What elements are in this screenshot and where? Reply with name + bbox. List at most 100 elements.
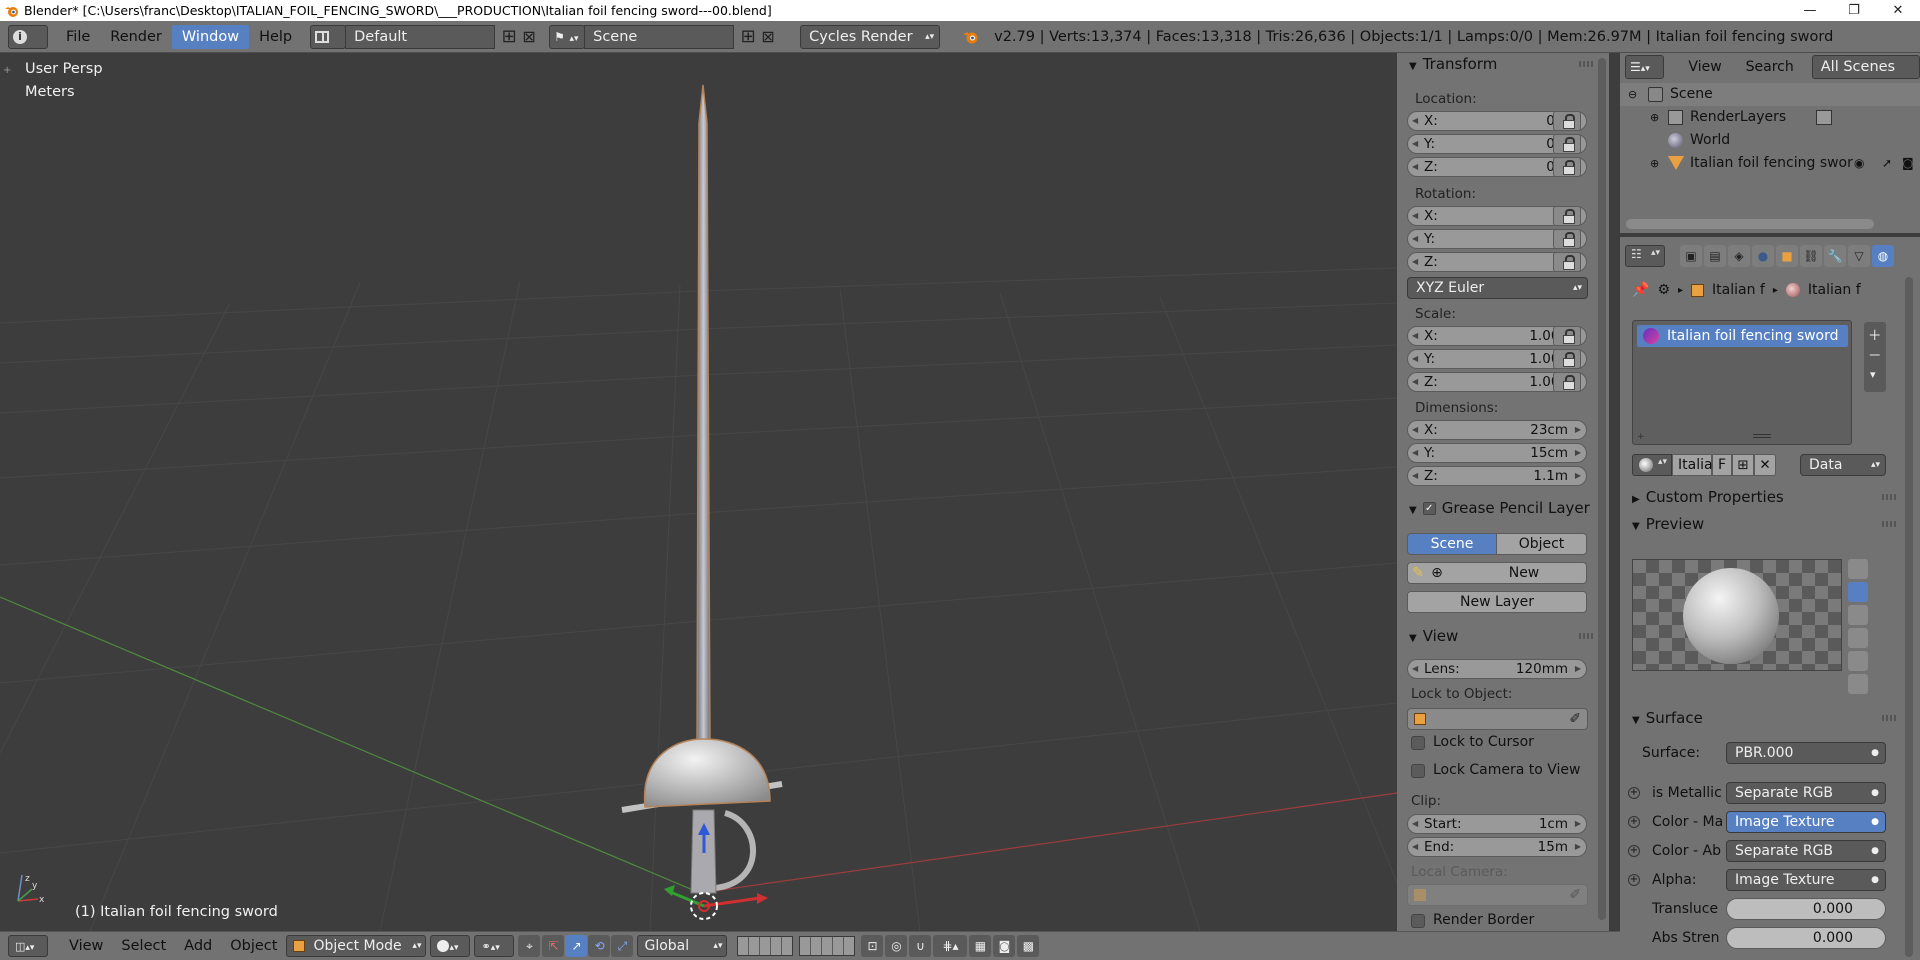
menu-add[interactable]: Add (175, 938, 221, 954)
outliner-search-menu[interactable]: Search (1736, 55, 1804, 79)
outliner-editor-type-button[interactable]: ☰▴▾ (1625, 55, 1665, 79)
pivot-point-dropdown[interactable]: ⚭▴▾ (474, 935, 515, 957)
outliner-item-sword[interactable]: ⊕ Italian foil fencing swor ◉ ➚ ◙ (1620, 152, 1920, 175)
close-screen-icon[interactable]: ⊠ (519, 27, 539, 46)
input-expand-icon[interactable]: + (1628, 816, 1640, 828)
material-tab-icon[interactable]: ◍ (1872, 245, 1894, 267)
grease-pencil-new-button[interactable]: ✎ ⊕ New (1407, 562, 1587, 584)
input-node-alpha[interactable]: Image Texture ● (1726, 869, 1886, 891)
region-divider[interactable] (1609, 53, 1620, 960)
material-slot-list[interactable]: Italian foil fencing sword + (1632, 320, 1852, 445)
snap-magnet-icon[interactable]: ∪ (909, 935, 932, 957)
input-node-color-ab[interactable]: Separate RGB ● (1726, 840, 1886, 862)
surface-panel-header[interactable]: ▼ Surface (1620, 707, 1900, 729)
add-slot-icon[interactable]: ＋ (1868, 324, 1882, 344)
maximize-button[interactable]: ❐ (1832, 3, 1876, 18)
selectability-cursor-icon[interactable]: ➚ (1882, 152, 1892, 175)
dimension-y-field[interactable]: ◀ Y: 15cm ▶ (1407, 443, 1587, 463)
input-expand-icon[interactable]: + (1628, 787, 1640, 799)
link-type-dropdown[interactable]: Data ▴▾ (1800, 454, 1886, 476)
input-node-color-ma[interactable]: Image Texture ● (1726, 811, 1886, 833)
transform-panel-header[interactable]: ▼ Transform (1397, 53, 1597, 75)
grease-pencil-checkbox[interactable]: ✓ (1422, 502, 1436, 515)
proportional-edit-icon[interactable]: ◎ (885, 935, 908, 957)
visibility-eye-icon[interactable]: ◉ (1854, 152, 1864, 175)
add-scene-icon[interactable]: ⊞ (738, 26, 758, 47)
drag-grip-icon[interactable] (1882, 494, 1896, 500)
snap-element-icon[interactable]: ⋕▴ (933, 935, 968, 957)
toolshelf-expand-icon[interactable]: + (3, 65, 11, 76)
transform-orientation-dropdown[interactable]: Global ▴▾ (637, 935, 728, 957)
outliner-display-mode-dropdown[interactable]: All Scenes (1811, 55, 1920, 79)
abs-strength-slider[interactable]: 0.000 (1726, 927, 1886, 949)
constraints-tab-icon[interactable]: ⛓ (1800, 245, 1822, 267)
menu-render[interactable]: Render (100, 25, 172, 49)
grease-pencil-panel-header[interactable]: ▼ ✓ Grease Pencil Layer (1397, 497, 1597, 519)
new-material-icon[interactable]: ⊞ (1732, 454, 1754, 476)
modifiers-tab-icon[interactable]: 🔧 (1824, 245, 1846, 267)
scene-field[interactable]: Scene (584, 24, 735, 49)
eyedropper-icon[interactable]: ✐ (1569, 709, 1581, 729)
world-tab-icon[interactable]: ● (1752, 245, 1774, 267)
object-tab-icon[interactable]: ■ (1776, 245, 1798, 267)
view-panel-header[interactable]: ▼ View (1397, 625, 1597, 647)
lock-location-x-icon[interactable] (1553, 111, 1581, 131)
preview-sphere-icon[interactable] (1848, 582, 1868, 602)
manipulator-toggle-icon[interactable]: ⌖ (518, 935, 541, 957)
opengl-render-icon[interactable]: ▦ (969, 935, 992, 957)
properties-scrollbar[interactable] (1905, 277, 1913, 957)
render-layer-toggle-icon[interactable] (1816, 110, 1832, 125)
interaction-mode-dropdown[interactable]: Object Mode ▴▾ (286, 935, 427, 957)
remove-slot-icon[interactable]: － (1868, 344, 1882, 364)
rotation-mode-dropdown[interactable]: XYZ Euler ▴▾ (1407, 277, 1588, 299)
render-image-icon[interactable]: ◙ (993, 935, 1016, 957)
expand-icon[interactable]: ⊕ (1650, 152, 1659, 175)
layers-grid-icon[interactable] (737, 936, 794, 956)
dimension-z-field[interactable]: ◀ Z: 1.1m ▶ (1407, 466, 1587, 486)
lens-field[interactable]: ◀ Lens: 120mm ▶ (1407, 659, 1587, 679)
viewport-shading-dropdown[interactable]: ▴▾ (430, 935, 471, 957)
render-engine-dropdown[interactable]: Cycles Render ▴▾ (800, 24, 941, 49)
menu-select[interactable]: Select (112, 938, 175, 954)
preview-cube-icon[interactable] (1848, 605, 1868, 625)
input-expand-icon[interactable]: + (1628, 845, 1640, 857)
clip-end-field[interactable]: ◀ End: 15m ▶ (1407, 837, 1587, 857)
preview-sky-icon[interactable] (1848, 674, 1868, 694)
fake-user-button[interactable]: F (1712, 454, 1732, 476)
custom-properties-panel-header[interactable]: ▶ Custom Properties (1620, 486, 1900, 508)
render-border-checkbox[interactable] (1411, 914, 1425, 928)
lock-object-field[interactable]: ✐ (1407, 708, 1588, 730)
add-screen-icon[interactable]: ⊞ (499, 26, 519, 47)
editor-type-info-button[interactable]: i ▴▾ (8, 24, 48, 66)
close-window-button[interactable]: ✕ (1876, 3, 1920, 18)
properties-editor-type-button[interactable]: ☷ ▴▾ (1625, 245, 1665, 267)
preview-panel-header[interactable]: ▼ Preview (1620, 513, 1900, 535)
screen-layout-icon-button[interactable]: ▴▾ (310, 24, 347, 66)
drag-grip-icon[interactable] (1882, 715, 1896, 721)
scene-tab-icon[interactable]: ◈ (1728, 245, 1750, 267)
lock-rotation-x-icon[interactable] (1553, 206, 1581, 226)
input-node-metallic[interactable]: Separate RGB ● (1726, 782, 1886, 804)
properties-shelf-scrollbar[interactable] (1598, 58, 1606, 920)
clip-start-field[interactable]: ◀ Start: 1cm ▶ (1407, 814, 1587, 834)
lock-layers-icon[interactable]: ⊡ (861, 935, 884, 957)
outliner-item-scene[interactable]: ⊖ Scene (1620, 83, 1920, 106)
minimize-button[interactable]: — (1788, 3, 1832, 18)
data-tab-icon[interactable]: ▽ (1848, 245, 1870, 267)
sword-model[interactable] (0, 53, 1397, 931)
lock-location-y-icon[interactable] (1553, 134, 1581, 154)
translate-manipulator-icon[interactable]: ⇱ (542, 935, 565, 957)
material-browse-button[interactable]: ▴▾ (1632, 454, 1672, 476)
resize-handle-icon[interactable] (1753, 434, 1771, 438)
screen-layout-field[interactable]: Default (345, 24, 496, 49)
close-scene-icon[interactable]: ⊠ (758, 27, 778, 46)
lock-rotation-z-icon[interactable] (1553, 252, 1581, 272)
render-tab-icon[interactable]: ▣ (1680, 245, 1702, 267)
menu-help[interactable]: Help (249, 25, 302, 49)
preview-monkey-icon[interactable] (1848, 628, 1868, 648)
3d-viewport[interactable]: User Persp Meters (1) Italian foil fenci… (0, 53, 1397, 931)
translucency-slider[interactable]: 0.000 (1726, 898, 1886, 920)
editor-type-3d-button[interactable]: ◫▴▾ (8, 935, 48, 957)
render-layers-tab-icon[interactable]: ▤ (1704, 245, 1726, 267)
lock-to-cursor-checkbox[interactable] (1411, 736, 1425, 750)
